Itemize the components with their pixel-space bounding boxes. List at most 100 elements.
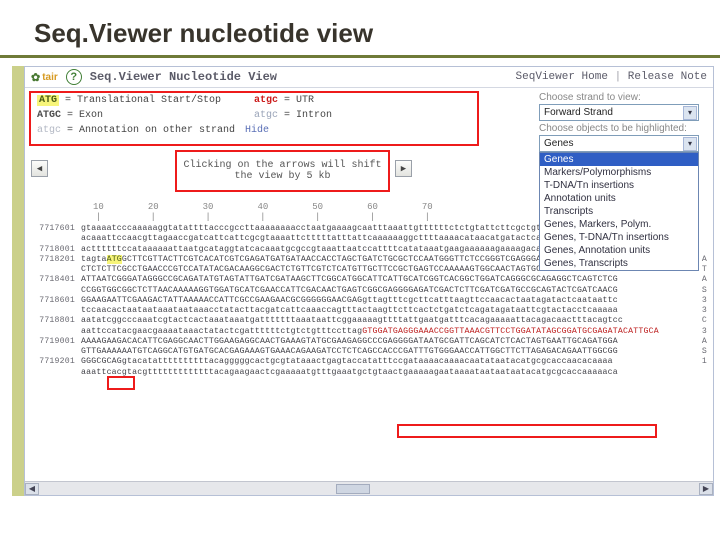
slide-body: tair ? Seq.Viewer Nucleotide View SeqVie… bbox=[0, 66, 720, 496]
scroll-right-button[interactable]: ▶ bbox=[699, 483, 713, 495]
sequence-text[interactable]: GGGCGCAGgtacatattttttttttacagggggcactgcg… bbox=[81, 357, 693, 367]
scroll-left-button[interactable]: ◀ bbox=[25, 483, 39, 495]
sequence-tail: S bbox=[693, 347, 707, 357]
ruler-tick: 10 | bbox=[93, 202, 104, 222]
sequence-position bbox=[29, 347, 81, 357]
objects-label: Choose objects to be highlighted: bbox=[539, 123, 709, 134]
sequence-tail: 3 bbox=[693, 296, 707, 306]
link-seqviewer-home[interactable]: SeqViewer Home bbox=[516, 71, 608, 83]
sequence-position: 7718401 bbox=[29, 275, 81, 285]
sequence-text[interactable]: AAAAGAAGACACATTCGAGGCAACTTGGAAGAGGCAACTG… bbox=[81, 337, 693, 347]
objects-option[interactable]: Genes, T-DNA/Tn insertions bbox=[540, 231, 698, 244]
sequence-text[interactable]: GGAAGAATTCGAAGACTATTAAAAACCATTCGCCGAAGAA… bbox=[81, 296, 693, 306]
objects-option[interactable]: Genes bbox=[540, 153, 698, 166]
atg-start-callout bbox=[107, 376, 135, 390]
sequence-row: CCGGTGGCGGCTCTTAACAAAAAGGTGGATGCATCGAACC… bbox=[29, 286, 707, 296]
sequence-position: 7718801 bbox=[29, 316, 81, 326]
sequence-tail: 3 bbox=[693, 306, 707, 316]
help-icon[interactable]: ? bbox=[66, 69, 82, 85]
sequence-tail: A bbox=[693, 337, 707, 347]
horizontal-scrollbar[interactable]: ◀ ▶ bbox=[25, 481, 713, 495]
link-release-notes[interactable]: Release Note bbox=[615, 71, 707, 83]
objects-option[interactable]: Genes, Annotation units bbox=[540, 244, 698, 257]
sequence-tail bbox=[693, 368, 707, 378]
objects-option[interactable]: Transcripts bbox=[540, 205, 698, 218]
legend-start-stop-key: ATG bbox=[37, 95, 59, 106]
legend-key-callout: ATG = Translational Start/Stop atgc = UT… bbox=[29, 91, 479, 146]
shift-help-text: Clicking on the arrows will shift the vi… bbox=[183, 160, 382, 182]
objects-select[interactable]: Genes ▾ bbox=[539, 135, 699, 152]
shift-right-button[interactable]: ▶ bbox=[395, 160, 412, 177]
viewer-canvas: tair ? Seq.Viewer Nucleotide View SeqVie… bbox=[24, 66, 714, 496]
sequence-row: 7718401ATTAATCGGGATAGGGCCGCAGATATGTAGTAT… bbox=[29, 275, 707, 285]
sequence-row: aattccatacgaacgaaaataaactatactcgattttttc… bbox=[29, 327, 707, 337]
sequence-text[interactable]: aaattcacgtacgtttttttttttttacagaagaactcga… bbox=[81, 368, 693, 378]
scroll-track[interactable] bbox=[41, 483, 697, 495]
shift-left-button[interactable]: ◀ bbox=[31, 160, 48, 177]
objects-select-value: Genes bbox=[544, 138, 573, 149]
legend-intron-label: = Intron bbox=[284, 110, 332, 121]
sequence-row: GTTGAAAAAATGTCAGGCATGTGATGCACGAGAAAGTGAA… bbox=[29, 347, 707, 357]
sequence-row: 7719201GGGCGCAGgtacatattttttttttacaggggg… bbox=[29, 357, 707, 367]
sequence-tail: C bbox=[693, 316, 707, 326]
scroll-thumb[interactable] bbox=[336, 484, 370, 494]
objects-option[interactable]: Annotation units bbox=[540, 192, 698, 205]
ruler-tick: 20 | bbox=[148, 202, 159, 222]
sequence-position: 7719001 bbox=[29, 337, 81, 347]
slide-title: Seq.Viewer nucleotide view bbox=[0, 0, 720, 55]
objects-option[interactable]: T-DNA/Tn insertions bbox=[540, 179, 698, 192]
strand-select-value: Forward Strand bbox=[544, 107, 613, 118]
ruler-tick: 30 | bbox=[203, 202, 214, 222]
sequence-position: 7718001 bbox=[29, 245, 81, 255]
ruler-tick: 40 | bbox=[257, 202, 268, 222]
tair-logo[interactable]: tair bbox=[31, 71, 58, 84]
sequence-tail: S bbox=[693, 286, 707, 296]
ruler-tick: 50 | bbox=[312, 202, 323, 222]
legend-start-stop-label: = Translational Start/Stop bbox=[65, 95, 221, 106]
sequence-text[interactable]: GTTGAAAAAATGTCAGGCATGTGATGCACGAGAAAGTGAA… bbox=[81, 347, 693, 357]
sequence-text[interactable]: ATTAATCGGGATAGGGCCGCAGATATGTAGTATTGATCGA… bbox=[81, 275, 693, 285]
ruler-tick: 70 | bbox=[422, 202, 433, 222]
sequence-tail: 1 bbox=[693, 357, 707, 367]
sequence-tail: 3 bbox=[693, 327, 707, 337]
sequence-position bbox=[29, 368, 81, 378]
viewer-controls: Choose strand to view: Forward Strand ▾ … bbox=[539, 91, 709, 271]
sequence-text[interactable]: tccaacactaataataaataataaacctatacttacgatc… bbox=[81, 306, 693, 316]
sequence-text[interactable]: CCGGTGGCGGCTCTTAACAAAAAGGTGGATGCATCGAACC… bbox=[81, 286, 693, 296]
ruler-tick: 60 | bbox=[367, 202, 378, 222]
legend-other-label: = Annotation on other strand bbox=[67, 125, 235, 136]
legend-other-key: atgc bbox=[37, 125, 61, 136]
objects-option[interactable]: Markers/Polymorphisms bbox=[540, 166, 698, 179]
shift-help-callout: Clicking on the arrows will shift the vi… bbox=[175, 150, 390, 192]
title-underline bbox=[0, 55, 720, 58]
legend-intron-key: atgc bbox=[254, 110, 278, 121]
strand-select[interactable]: Forward Strand ▾ bbox=[539, 104, 699, 121]
viewer-title: Seq.Viewer Nucleotide View bbox=[90, 70, 277, 84]
objects-dropdown[interactable]: GenesMarkers/PolymorphismsT-DNA/Tn inser… bbox=[539, 152, 699, 271]
sequence-position bbox=[29, 327, 81, 337]
sequence-row: 7719001AAAAGAAGACACATTCGAGGCAACTTGGAAGAG… bbox=[29, 337, 707, 347]
legend-utr-key: atgc bbox=[254, 95, 278, 106]
viewer-header: tair ? Seq.Viewer Nucleotide View SeqVie… bbox=[25, 67, 713, 88]
sequence-row: 7718801aatatcggcccaaatcgtactcactaaataaat… bbox=[29, 316, 707, 326]
sequence-row: tccaacactaataataaataataaacctatacttacgatc… bbox=[29, 306, 707, 316]
sequence-position bbox=[29, 234, 81, 244]
sequence-text[interactable]: aatatcggcccaaatcgtactcactaaataaatgattttt… bbox=[81, 316, 693, 326]
legend-utr-label: = UTR bbox=[284, 95, 314, 106]
legend-hide-link[interactable]: Hide bbox=[245, 125, 269, 136]
header-links: SeqViewer Home Release Note bbox=[516, 71, 707, 83]
sequence-position bbox=[29, 286, 81, 296]
header-left: tair ? Seq.Viewer Nucleotide View bbox=[31, 69, 277, 85]
sequence-text[interactable]: aattccatacgaacgaaaataaactatactcgattttttc… bbox=[81, 327, 693, 337]
sequence-position: 7718601 bbox=[29, 296, 81, 306]
sequence-position: 7718201 bbox=[29, 255, 81, 265]
sequence-row: 7718601GGAAGAATTCGAAGACTATTAAAAACCATTCGC… bbox=[29, 296, 707, 306]
chevron-down-icon: ▾ bbox=[683, 137, 697, 151]
strand-label: Choose strand to view: bbox=[539, 92, 709, 103]
legend-exon-key: ATGC bbox=[37, 110, 61, 121]
legend-exon-label: = Exon bbox=[67, 110, 103, 121]
sequence-position bbox=[29, 306, 81, 316]
sequence-position bbox=[29, 265, 81, 275]
objects-option[interactable]: Genes, Transcripts bbox=[540, 257, 698, 270]
objects-option[interactable]: Genes, Markers, Polym. bbox=[540, 218, 698, 231]
